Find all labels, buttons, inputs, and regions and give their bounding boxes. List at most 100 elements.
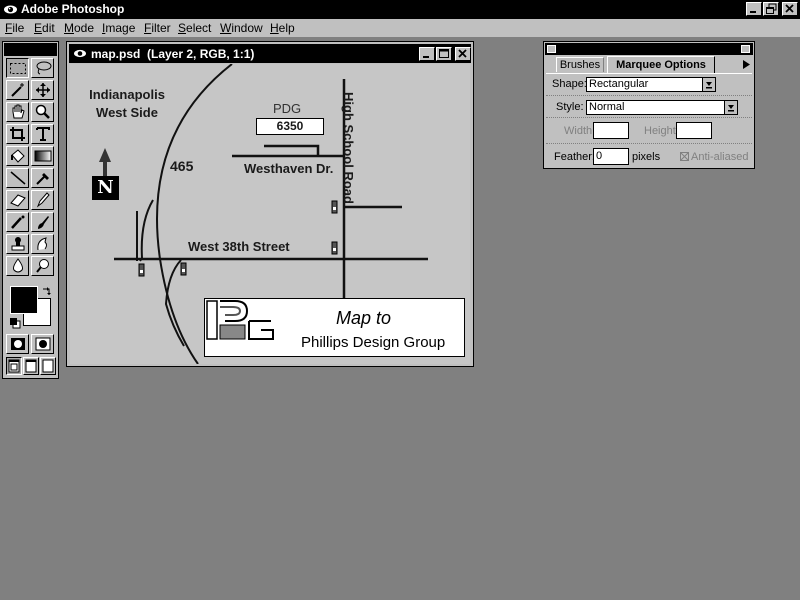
move-icon [36,83,50,97]
menu-edit[interactable]: Edit [34,21,55,36]
move-tool[interactable] [31,80,54,100]
dodge-tool[interactable] [31,256,54,276]
rubber-stamp-icon [11,237,25,251]
standard-screen-button[interactable] [6,357,22,375]
menu-filter[interactable]: Filter [144,21,171,36]
full-screen-menu-button[interactable] [23,357,39,375]
palette-collapse-button[interactable] [741,45,750,53]
palette-menu-arrow-icon[interactable] [738,57,754,72]
antialias-checkbox[interactable] [680,152,689,161]
magic-wand-tool[interactable] [6,80,29,100]
height-input[interactable] [676,122,712,139]
map-label-38th-street: West 38th Street [188,239,290,254]
close-icon [458,49,467,58]
gradient-tool[interactable] [31,146,54,166]
blur-icon [13,258,23,273]
document-system-menu-icon[interactable] [73,47,87,60]
document-maximize-button[interactable] [436,47,452,61]
app-titlebar: Adobe Photoshop [0,0,800,19]
swap-colors-icon[interactable] [41,286,53,298]
eraser-tool[interactable] [6,190,29,210]
pencil-tool[interactable] [31,190,54,210]
restore-icon [766,3,777,14]
lasso-icon [36,61,52,75]
airbrush-icon [11,215,25,229]
crop-tool[interactable] [6,124,29,144]
foreground-color-swatch[interactable] [10,286,38,314]
menu-file[interactable]: File [5,21,24,36]
hand-tool[interactable] [6,102,29,122]
shape-select-arrow[interactable] [702,78,715,91]
width-input[interactable] [593,122,629,139]
rect-marquee-icon [10,63,26,74]
paintbrush-tool[interactable] [31,212,54,232]
document-titlebar[interactable]: map.psd (Layer 2, RGB, 1:1) [69,44,471,63]
default-colors-icon[interactable] [9,317,21,329]
close-icon [785,4,794,13]
map-label-highway: 465 [170,158,194,174]
feather-unit: pixels [632,151,661,163]
airbrush-tool[interactable] [6,212,29,232]
magic-wand-icon [11,83,24,97]
dropdown-arrow-icon [706,82,712,89]
menu-mode[interactable]: Mode [64,21,94,36]
tab-brushes[interactable]: Brushes [556,57,604,72]
tab-marquee-options[interactable]: Marquee Options [607,56,715,73]
paint-bucket-tool[interactable] [6,146,29,166]
city-line-1: Indianapolis [89,87,165,102]
zoom-tool[interactable] [31,102,54,122]
feather-input[interactable]: 0 [593,148,629,165]
minimize-icon [750,11,756,13]
photoshop-eye-icon[interactable] [3,2,18,17]
document-close-button[interactable] [455,47,471,61]
full-screen-icon [42,359,54,373]
size-row: Width: Height: [546,118,752,144]
shape-label: Shape: [552,78,587,90]
shape-select[interactable]: Rectangular [586,77,716,92]
toolbox-titlebar[interactable] [4,43,57,56]
style-select-arrow[interactable] [724,101,737,114]
document-title: map.psd (Layer 2, RGB, 1:1) [91,47,255,61]
eraser-icon [10,194,26,207]
toolbox [2,41,59,379]
shape-select-value: Rectangular [589,78,649,90]
smudge-icon [37,237,47,251]
rect-marquee-tool[interactable] [6,58,29,78]
style-select[interactable]: Normal [586,100,738,115]
minimize-button[interactable] [746,2,762,16]
dropdown-arrow-icon [728,105,734,112]
menu-window[interactable]: Window [220,21,263,36]
type-tool[interactable] [31,124,54,144]
lasso-tool[interactable] [31,58,54,78]
app-title: Adobe Photoshop [21,2,125,16]
city-line-2: West Side [96,105,158,120]
menu-select[interactable]: Select [178,21,211,36]
standard-mode-button[interactable] [6,334,29,354]
feather-row: Feather: 0 pixels Anti-aliased [546,144,752,168]
palette-titlebar[interactable] [545,43,753,55]
dodge-icon [36,259,49,273]
pdg-logo-icon [206,300,274,340]
full-screen-menu-icon [25,359,37,373]
map-label-westhaven: Westhaven Dr. [244,161,334,176]
palette-close-button[interactable] [547,45,556,53]
smudge-tool[interactable] [31,234,54,254]
gradient-icon [34,150,52,162]
full-screen-button[interactable] [40,357,56,375]
eyedropper-tool[interactable] [31,168,54,188]
map-label-building: PDG [273,101,302,116]
line-tool[interactable] [6,168,29,188]
quick-mask-button[interactable] [31,334,54,354]
options-body: Shape: Rectangular Style: Normal Width: … [546,73,752,167]
checkmark-icon [680,152,689,161]
blur-tool[interactable] [6,256,29,276]
menu-image[interactable]: Image [102,21,135,36]
rubber-stamp-tool[interactable] [6,234,29,254]
restore-button[interactable] [763,2,779,16]
menu-help[interactable]: Help [270,21,295,36]
close-button[interactable] [782,2,798,16]
document-minimize-button[interactable] [419,47,435,61]
width-label: Width: [564,125,596,137]
document-canvas[interactable]: Indianapolis West Side 465 PDG 6350 West… [70,64,470,364]
style-label: Style: [556,101,584,113]
